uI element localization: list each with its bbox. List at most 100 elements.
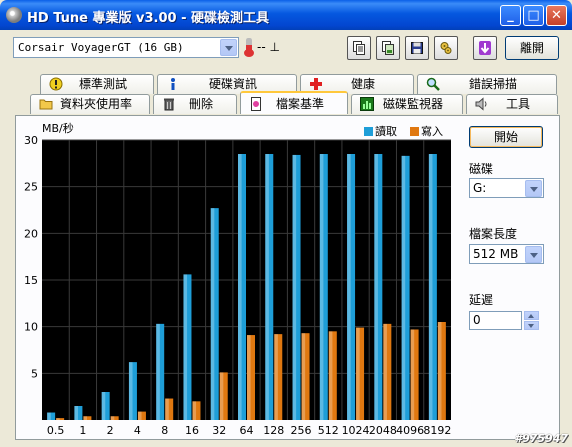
y-tick-label: 15	[24, 274, 38, 287]
bar-write-highlight	[328, 331, 333, 420]
copy-image-icon	[382, 41, 394, 55]
bar-write-highlight	[274, 334, 278, 420]
legend-label-write: 寫入	[421, 124, 443, 138]
x-tick-label: 0.5	[47, 424, 64, 437]
bar-write-highlight	[219, 372, 224, 420]
window-title: HD Tune 專業版 v3.00 - 硬碟檢測工具	[27, 11, 270, 26]
tab-erase-label: 刪除	[188, 97, 213, 111]
bar-write-highlight	[437, 322, 442, 420]
exit-button[interactable]: 離開	[505, 36, 559, 60]
drive-letter-select[interactable]: G:	[469, 178, 544, 198]
tab-folder-usage[interactable]: 資料夾使用率	[30, 94, 150, 114]
drive-letter-value: G:	[473, 181, 487, 195]
title-bar: HD Tune 專業版 v3.00 - 硬碟檢測工具 _ □ ✕	[0, 0, 572, 30]
tab-benchmark[interactable]: 標準測試	[40, 74, 154, 94]
y-tick-label: 20	[24, 227, 38, 240]
bar-read-highlight	[347, 154, 351, 420]
bar-read-highlight	[74, 406, 78, 420]
x-tick-label: 1	[79, 424, 86, 437]
bar-write-highlight	[192, 401, 197, 420]
spin-up-icon[interactable]	[524, 311, 539, 320]
legend-swatch-write	[410, 127, 419, 136]
bar-read-highlight	[238, 154, 242, 420]
x-tick-label: 16	[185, 424, 199, 437]
close-button[interactable]: ✕	[546, 5, 567, 26]
bar-write-highlight	[83, 416, 87, 420]
x-tick-label: 4096	[396, 424, 424, 437]
bar-write-highlight	[110, 416, 115, 420]
tab-error-scan[interactable]: 錯誤掃描	[417, 74, 557, 94]
bar-read-highlight	[292, 154, 297, 420]
tab-file-benchmark[interactable]: 檔案基準	[240, 91, 348, 114]
bar-read-highlight	[183, 274, 188, 420]
maximize-button[interactable]: □	[523, 5, 544, 26]
bar-read-highlight	[210, 208, 215, 420]
start-button[interactable]: 開始	[469, 126, 543, 148]
x-tick-label: 8	[161, 424, 168, 437]
chevron-down-icon[interactable]	[525, 180, 542, 197]
bar-write-highlight	[301, 333, 306, 420]
file-length-select[interactable]: 512 MB	[469, 244, 544, 264]
x-tick-label: 1024	[342, 424, 370, 437]
tab-tools[interactable]: 工具	[466, 94, 558, 114]
minimize-button[interactable]: _	[500, 5, 521, 26]
bar-read-highlight	[156, 323, 160, 420]
tab-folder-usage-label: 資料夾使用率	[59, 97, 132, 111]
app-disk-icon	[6, 7, 22, 23]
bar-read-highlight	[101, 392, 106, 420]
delay-input[interactable]: 0	[469, 311, 522, 330]
tab-file-benchmark-label: 檔案基準	[275, 97, 324, 111]
bar-write-highlight	[410, 329, 415, 420]
y-tick-label: 5	[31, 367, 38, 380]
file-length-value: 512 MB	[473, 247, 519, 261]
copy-text-button[interactable]	[347, 36, 371, 60]
copy-icon	[353, 41, 365, 55]
y-axis-label: MB/秒	[42, 121, 74, 135]
bar-read-highlight	[319, 154, 324, 420]
y-tick-label: 25	[24, 181, 38, 194]
thermometer-icon	[244, 38, 254, 57]
x-tick-label: 128	[263, 424, 284, 437]
x-tick-label: 256	[291, 424, 312, 437]
bar-write-highlight	[165, 398, 169, 420]
temperature-readout: -- ⊥	[257, 40, 280, 54]
bar-read-highlight	[47, 412, 51, 420]
file-benchmark-chart: 5 10 15 20 25 30 0.5 1 2 4 8 16 32 64 128 256 512 1024 204…	[24, 121, 451, 437]
arrow-down-icon	[479, 41, 491, 55]
file-length-label: 檔案長度	[469, 227, 518, 241]
x-tick-label: 512	[318, 424, 339, 437]
y-tick-label: 10	[24, 321, 38, 334]
floppy-disk-icon	[411, 42, 423, 54]
chevron-down-icon[interactable]	[525, 246, 542, 263]
bar-read-highlight	[401, 155, 406, 420]
bar-read-highlight	[374, 154, 378, 420]
drive-select-value: Corsair VoyagerGT (16 GB)	[18, 41, 184, 54]
bar-write-highlight	[356, 327, 360, 420]
x-tick-label: 8192	[423, 424, 451, 437]
options-button[interactable]	[434, 36, 458, 60]
drive-select[interactable]: Corsair VoyagerGT (16 GB)	[13, 37, 239, 58]
x-tick-label: 4	[134, 424, 141, 437]
x-tick-label: 32	[212, 424, 226, 437]
download-button[interactable]	[473, 36, 497, 60]
save-button[interactable]	[405, 36, 429, 60]
bar-write-highlight	[56, 418, 60, 420]
tab-error-scan-label: 錯誤掃描	[468, 77, 517, 91]
spin-down-icon[interactable]	[524, 321, 539, 330]
delay-label: 延遲	[469, 293, 494, 307]
x-tick-label: 64	[240, 424, 254, 437]
tab-tools-label: 工具	[505, 97, 530, 111]
delay-spinner[interactable]	[524, 311, 539, 330]
tab-disk-monitor[interactable]: 磁碟監視器	[351, 94, 463, 114]
x-tick-label: 2	[107, 424, 114, 437]
legend-swatch-read	[364, 127, 373, 136]
x-tick-label: 2048	[369, 424, 397, 437]
legend-label-read: 讀取	[375, 124, 397, 138]
tab-erase[interactable]: 刪除	[153, 94, 237, 114]
gears-icon	[440, 42, 452, 54]
copy-screenshot-button[interactable]	[376, 36, 400, 60]
tab-benchmark-label: 標準測試	[78, 77, 127, 91]
bar-write-highlight	[247, 335, 251, 420]
chevron-down-icon[interactable]	[220, 39, 237, 56]
drive-label: 磁碟	[469, 162, 494, 176]
